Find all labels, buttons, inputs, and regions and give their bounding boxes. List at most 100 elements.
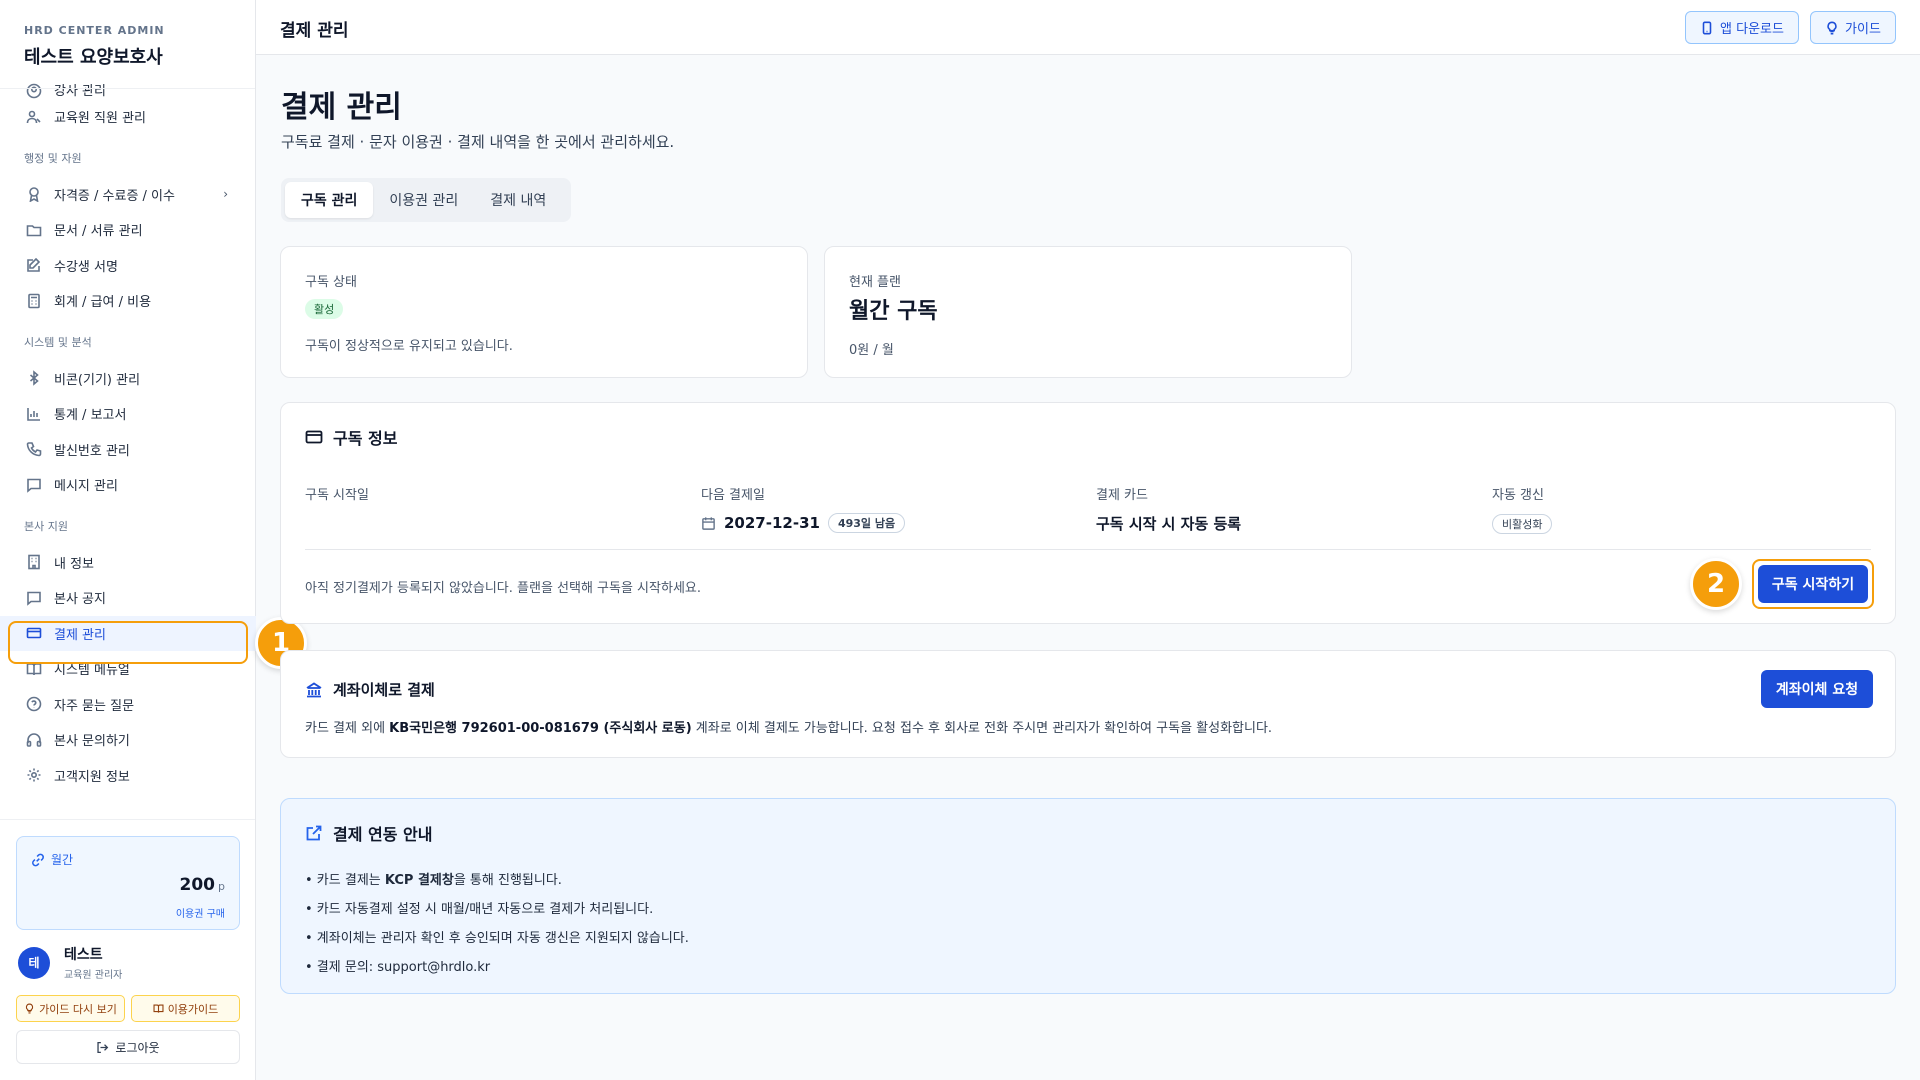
folder-icon bbox=[26, 222, 42, 238]
page-subtitle: 구독료 결제 · 문자 이용권 · 결제 내역을 한 곳에서 관리하세요. bbox=[281, 133, 675, 151]
brand-divider bbox=[0, 88, 255, 89]
start-date-label: 구독 시작일 bbox=[305, 488, 369, 503]
current-plan-card: 현재 플랜 월간 구독 0원 / 월 bbox=[824, 246, 1352, 378]
sidebar-item-hq-notice[interactable]: 본사 공지 bbox=[0, 580, 256, 616]
payment-card-value: 구독 시작 시 자동 등록 bbox=[1096, 515, 1242, 533]
bar-chart-icon bbox=[26, 406, 42, 422]
users-icon bbox=[26, 109, 42, 125]
sidebar-item-staff[interactable]: 교육원 직원 관리 bbox=[0, 99, 256, 135]
sidebar-item-documents[interactable]: 문서 / 서류 관리 bbox=[0, 212, 256, 248]
bank-transfer-description: 카드 결제 외에 KB국민은행 792601-00-081679 (주식회사 로… bbox=[305, 717, 1272, 736]
award-icon bbox=[26, 186, 42, 203]
subscription-info-card: 구독 정보 아직 정기결제가 등록되지 않았습니다. 플랜을 선택해 구독을 시… bbox=[280, 402, 1896, 624]
logout-button[interactable]: 로그아웃 bbox=[16, 1030, 240, 1064]
book-open-icon bbox=[26, 661, 42, 677]
sidebar-item-messages[interactable]: 메시지 관리 bbox=[0, 467, 256, 503]
subscription-status-card: 구독 상태 활성 구독이 정상적으로 유지되고 있습니다. bbox=[280, 246, 808, 378]
notice-header: 결제 연동 안내 bbox=[305, 821, 432, 845]
user-circle-icon bbox=[26, 83, 42, 99]
sidebar-item-certificates[interactable]: 자격증 / 수료증 / 이수 › bbox=[0, 177, 256, 213]
nav-group-admin: 행정 및 자원 bbox=[24, 151, 82, 165]
sidebar-nav: 강사 관리 교육원 직원 관리 행정 및 자원 자격증 / 수료증 / 이수 ›… bbox=[0, 82, 256, 820]
sidebar-item-label: 비콘(기기) 관리 bbox=[54, 372, 141, 388]
guide-button[interactable]: 가이드 bbox=[1810, 11, 1896, 44]
sidebar-item-signature[interactable]: 수강생 서명 bbox=[0, 248, 256, 284]
point-card-label: 월간 bbox=[31, 851, 73, 868]
help-circle-icon bbox=[26, 696, 42, 712]
chevron-right-icon: › bbox=[223, 187, 228, 202]
point-card[interactable]: 월간 200 p 이용권 구매 bbox=[16, 836, 240, 930]
sidebar-item-instructors[interactable]: 강사 관리 bbox=[0, 82, 256, 99]
no-billing-notice: 아직 정기결제가 등록되지 않았습니다. 플랜을 선택해 구독을 시작하세요. bbox=[305, 581, 701, 596]
brand-title: 테스트 요양보호사 bbox=[24, 47, 163, 68]
credit-card-icon bbox=[26, 625, 42, 641]
guide-again-label: 가이드 다시 보기 bbox=[39, 1002, 117, 1016]
usage-guide-button[interactable]: 이용가이드 bbox=[131, 995, 240, 1022]
sidebar-item-my-info[interactable]: 내 정보 bbox=[0, 545, 256, 581]
bank-icon bbox=[306, 681, 322, 697]
start-subscription-button[interactable]: 구독 시작하기 bbox=[1758, 565, 1868, 603]
bank-transfer-header: 계좌이체로 결제 bbox=[305, 679, 435, 700]
sidebar-item-label: 본사 문의하기 bbox=[54, 734, 130, 750]
status-badge: 활성 bbox=[305, 299, 344, 319]
sidebar-item-label: 수강생 서명 bbox=[54, 259, 118, 275]
point-card-value: 200 p bbox=[180, 875, 225, 895]
point-unit: p bbox=[218, 880, 225, 893]
sidebar-item-accounting[interactable]: 회계 / 급여 / 비용 bbox=[0, 283, 256, 319]
next-payment-label: 다음 결제일 bbox=[701, 488, 765, 503]
payment-integration-notice: 결제 연동 안내 • 카드 결제는 KCP 결제창을 통해 진행됩니다. • 카… bbox=[280, 798, 1896, 994]
phone-icon bbox=[26, 441, 42, 457]
lightbulb-icon bbox=[1827, 21, 1837, 34]
next-payment-date: 2027-12-31 bbox=[724, 514, 820, 532]
sidebar-item-label: 통계 / 보고서 bbox=[54, 408, 127, 424]
bank-transfer-request-button[interactable]: 계좌이체 요청 bbox=[1761, 670, 1873, 708]
headphones-icon bbox=[26, 732, 42, 748]
notice-line-1-pre: • 카드 결제는 bbox=[305, 873, 385, 888]
app-download-label: 앱 다운로드 bbox=[1720, 22, 1784, 37]
auto-renew-label: 자동 갱신 bbox=[1492, 488, 1544, 503]
subscription-info-title: 구독 정보 bbox=[333, 429, 398, 448]
sidebar-item-stats[interactable]: 통계 / 보고서 bbox=[0, 396, 256, 432]
tab-voucher[interactable]: 이용권 관리 bbox=[373, 182, 474, 218]
bank-transfer-card: 계좌이체로 결제 계좌이체 요청 카드 결제 외에 KB국민은행 792601-… bbox=[280, 650, 1896, 758]
message-square-icon bbox=[26, 590, 42, 606]
app-download-button[interactable]: 앱 다운로드 bbox=[1685, 11, 1799, 44]
message-square-icon bbox=[26, 477, 42, 493]
sidebar-item-sender-number[interactable]: 발신번호 관리 bbox=[0, 432, 256, 468]
credit-card-icon bbox=[305, 430, 323, 444]
divider bbox=[305, 549, 1871, 550]
auto-renew-col: 자동 갱신 비활성화 bbox=[1492, 484, 1553, 534]
notice-line-1-bold: KCP 결제창 bbox=[384, 873, 454, 888]
tab-history[interactable]: 결제 내역 bbox=[474, 182, 562, 218]
sidebar-item-label: 메시지 관리 bbox=[54, 479, 118, 495]
point-value: 200 bbox=[179, 875, 216, 895]
sidebar-item-beacon[interactable]: 비콘(기기) 관리 bbox=[0, 361, 256, 397]
notice-title: 결제 연동 안내 bbox=[333, 825, 433, 844]
sidebar-item-faq[interactable]: 자주 묻는 질문 bbox=[0, 687, 256, 723]
auto-renew-badge: 비활성화 bbox=[1492, 514, 1553, 534]
subscription-info-header: 구독 정보 bbox=[305, 425, 397, 449]
sidebar-item-inquiry[interactable]: 본사 문의하기 bbox=[0, 722, 256, 758]
bank-desc-post: 계좌로 이체 결제도 가능합니다. 요청 접수 후 회사로 전화 주시면 관리자… bbox=[691, 721, 1273, 736]
notice-line-3: • 계좌이체는 관리자 확인 후 승인되며 자동 갱신은 지원되지 않습니다. bbox=[305, 931, 689, 946]
bank-transfer-title: 계좌이체로 결제 bbox=[333, 681, 435, 699]
sidebar-item-support-info[interactable]: 고객지원 정보 bbox=[0, 758, 256, 794]
tab-subscription[interactable]: 구독 관리 bbox=[285, 182, 374, 218]
topbar: 결제 관리 앱 다운로드 가이드 bbox=[256, 0, 1920, 55]
sidebar: HRD CENTER ADMIN 테스트 요양보호사 강사 관리 교육원 직원 … bbox=[0, 0, 256, 1080]
payment-card-label: 결제 카드 bbox=[1096, 488, 1148, 503]
status-description: 구독이 정상적으로 유지되고 있습니다. bbox=[305, 339, 513, 354]
pen-square-icon bbox=[26, 257, 42, 273]
user-name: 테스트 bbox=[64, 947, 103, 963]
sidebar-item-label: 발신번호 관리 bbox=[54, 443, 130, 459]
calendar-icon bbox=[702, 516, 715, 530]
sidebar-item-payment[interactable]: 결제 관리 bbox=[0, 615, 256, 651]
book-open-icon bbox=[153, 1004, 164, 1013]
notice-line-2: • 카드 자동결제 설정 시 매월/매년 자동으로 결제가 처리됩니다. bbox=[305, 902, 654, 917]
guide-again-button[interactable]: 가이드 다시 보기 bbox=[16, 995, 125, 1022]
sidebar-item-label: 문서 / 서류 관리 bbox=[54, 224, 143, 240]
sidebar-item-manual[interactable]: 시스템 메뉴얼 bbox=[0, 651, 256, 687]
brand: HRD CENTER ADMIN 테스트 요양보호사 bbox=[24, 24, 165, 69]
nav-group-system: 시스템 및 분석 bbox=[24, 335, 92, 349]
buy-voucher-link[interactable]: 이용권 구매 bbox=[176, 905, 225, 920]
